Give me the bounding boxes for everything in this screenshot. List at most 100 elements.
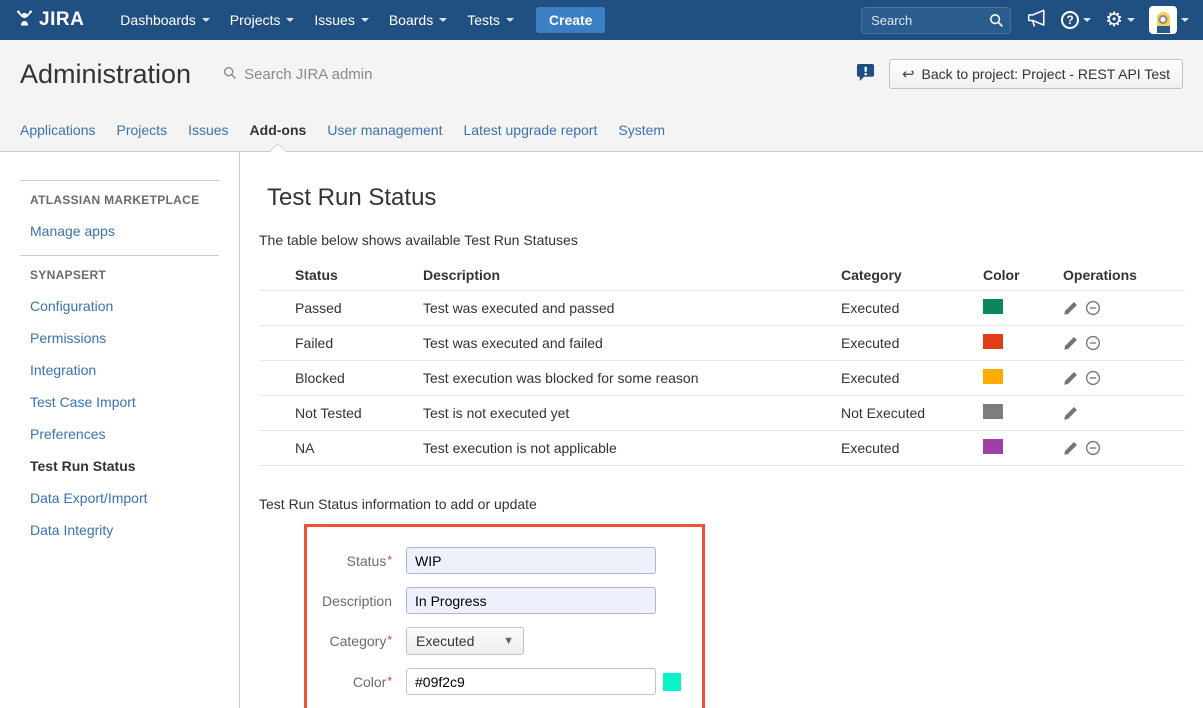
color-swatch: [983, 404, 1003, 419]
sidebar-item-configuration[interactable]: Configuration: [30, 298, 239, 314]
edit-icon[interactable]: [1063, 336, 1078, 351]
chevron-down-icon: ▼: [503, 635, 514, 647]
category-selected-value: Executed: [416, 633, 474, 649]
nav-item-tests[interactable]: Tests: [467, 12, 514, 28]
description-input[interactable]: [406, 587, 656, 614]
sidebar-item-integration[interactable]: Integration: [30, 362, 239, 378]
back-to-project-button[interactable]: ↩ Back to project: Project - REST API Te…: [889, 59, 1183, 89]
global-search: [861, 7, 1011, 34]
admin-tabs: Applications Projects Issues Add-ons Use…: [0, 108, 1203, 152]
table-header-row: Status Description Category Color Operat…: [259, 260, 1185, 290]
announcements-button[interactable]: [1025, 8, 1047, 32]
sidebar-item-test-case-import[interactable]: Test Case Import: [30, 394, 239, 410]
edit-icon[interactable]: [1063, 406, 1078, 421]
section-title: Test Run Status: [267, 184, 1185, 212]
table-intro-text: The table below shows available Test Run…: [259, 232, 1185, 248]
color-swatch: [983, 299, 1003, 314]
sidebar-divider: [20, 180, 219, 181]
sidebar-item-manage-apps[interactable]: Manage apps: [30, 223, 239, 239]
color-input[interactable]: [406, 668, 656, 695]
edit-icon[interactable]: [1063, 301, 1078, 316]
sidebar-item-test-run-status[interactable]: Test Run Status: [30, 458, 239, 474]
chevron-down-icon: [202, 18, 210, 22]
table-row: NA Test execution is not applicable Exec…: [259, 430, 1185, 465]
column-header-operations: Operations: [1063, 267, 1185, 283]
tab-applications[interactable]: Applications: [20, 108, 96, 151]
chevron-down-icon: [361, 18, 369, 22]
remove-icon[interactable]: [1085, 440, 1101, 456]
edit-icon[interactable]: [1063, 441, 1078, 456]
chevron-down-icon: [506, 18, 514, 22]
sidebar-divider: [20, 255, 219, 256]
sidebar-item-data-export-import[interactable]: Data Export/Import: [30, 490, 239, 506]
nav-item-label: Projects: [230, 12, 281, 28]
status-input[interactable]: [406, 547, 656, 574]
top-navigation-bar: JIRA Dashboards Projects Issues Boards T…: [0, 0, 1203, 40]
megaphone-icon: [1025, 8, 1047, 32]
chevron-down-icon: [1083, 18, 1091, 22]
required-marker: *: [387, 553, 392, 567]
chevron-down-icon: [1181, 18, 1189, 22]
description-cell: Test was executed and passed: [423, 300, 841, 316]
column-header-color: Color: [983, 267, 1063, 283]
category-field-label: Category*: [307, 633, 392, 649]
remove-icon[interactable]: [1085, 370, 1101, 386]
column-header-category: Category: [841, 267, 983, 283]
nav-item-issues[interactable]: Issues: [314, 12, 368, 28]
color-swatch: [983, 334, 1003, 349]
table-row: Not Tested Test is not executed yet Not …: [259, 395, 1185, 430]
status-field-label: Status*: [307, 553, 392, 569]
edit-icon[interactable]: [1063, 371, 1078, 386]
main-content: Test Run Status The table below shows av…: [240, 152, 1203, 708]
status-cell: Failed: [295, 335, 423, 351]
nav-item-boards[interactable]: Boards: [389, 12, 447, 28]
test-run-status-table: Status Description Category Color Operat…: [259, 260, 1185, 466]
sidebar-heading-synapsert: SYNAPSERT: [30, 268, 239, 282]
required-marker: *: [387, 633, 392, 647]
admin-header: Administration ↩ Back to project: Projec…: [0, 40, 1203, 108]
tab-latest-upgrade-report[interactable]: Latest upgrade report: [463, 108, 597, 151]
tab-user-management[interactable]: User management: [327, 108, 442, 151]
back-to-project-label: Back to project: Project - REST API Test: [922, 66, 1170, 82]
category-cell: Executed: [841, 440, 983, 456]
jira-mascot-icon: [14, 8, 35, 32]
nav-item-dashboards[interactable]: Dashboards: [120, 12, 210, 28]
tab-system[interactable]: System: [618, 108, 665, 151]
feedback-icon[interactable]: [856, 63, 875, 85]
help-menu[interactable]: ?: [1061, 11, 1091, 29]
nav-item-projects[interactable]: Projects: [230, 12, 295, 28]
chevron-down-icon: [1127, 18, 1135, 22]
search-icon[interactable]: [989, 13, 1004, 31]
admin-settings-menu[interactable]: ⚙: [1105, 10, 1135, 30]
help-icon: ?: [1061, 11, 1079, 29]
remove-icon[interactable]: [1085, 335, 1101, 351]
sidebar-heading-marketplace: ATLASSIAN MARKETPLACE: [30, 193, 239, 207]
chevron-down-icon: [439, 18, 447, 22]
nav-item-label: Boards: [389, 12, 433, 28]
color-swatch: [983, 439, 1003, 454]
category-cell: Executed: [841, 300, 983, 316]
admin-search-input[interactable]: [244, 66, 424, 83]
tab-issues[interactable]: Issues: [188, 108, 228, 151]
form-row-category: Category* Executed ▼: [307, 627, 702, 655]
user-menu[interactable]: [1149, 6, 1189, 34]
form-intro-text: Test Run Status information to add or up…: [259, 496, 1185, 512]
sidebar-item-data-integrity[interactable]: Data Integrity: [30, 522, 239, 538]
remove-icon[interactable]: [1085, 300, 1101, 316]
table-row: Failed Test was executed and failed Exec…: [259, 325, 1185, 360]
tab-add-ons[interactable]: Add-ons: [250, 108, 307, 151]
admin-search: [223, 66, 424, 83]
gear-icon: ⚙: [1105, 10, 1123, 30]
nav-item-label: Dashboards: [120, 12, 196, 28]
sidebar-item-permissions[interactable]: Permissions: [30, 330, 239, 346]
create-button[interactable]: Create: [536, 7, 606, 33]
sidebar-item-preferences[interactable]: Preferences: [30, 426, 239, 442]
status-cell: NA: [295, 440, 423, 456]
jira-logo[interactable]: JIRA: [14, 8, 84, 32]
status-cell: Blocked: [295, 370, 423, 386]
color-field-label: Color*: [307, 674, 392, 690]
tab-projects[interactable]: Projects: [117, 108, 168, 151]
description-cell: Test execution was blocked for some reas…: [423, 370, 841, 386]
category-select[interactable]: Executed ▼: [406, 627, 524, 655]
form-row-color: Color*: [307, 668, 702, 695]
